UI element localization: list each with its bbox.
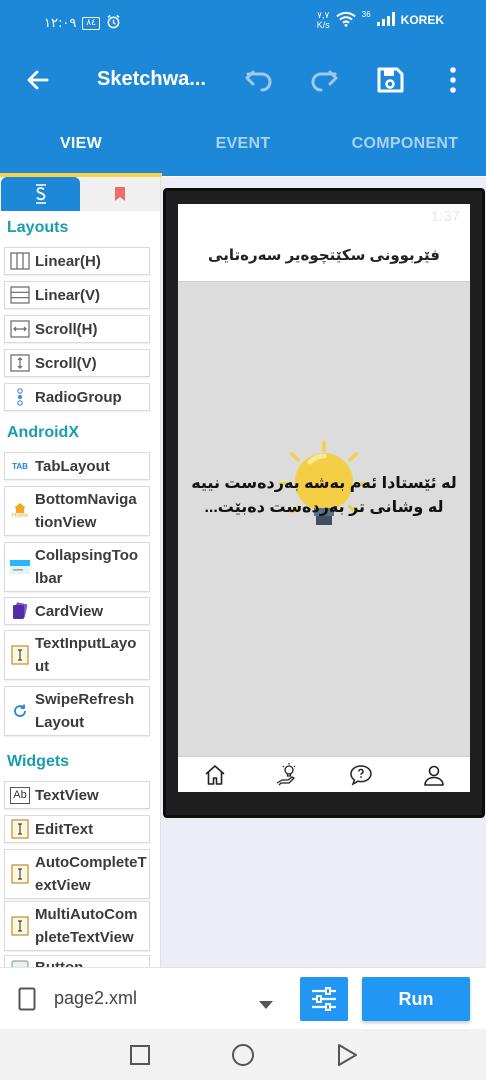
phone-screen[interactable]: 1:37 فێربوونی سکێتچوەیر سەرەتایی لە ئێست… [178, 204, 470, 792]
palette-tab-widgets[interactable] [1, 177, 80, 211]
text-input-layout-icon [10, 645, 30, 665]
palette-item-radio-group[interactable]: RadioGroup [4, 383, 150, 411]
palette-tab-bookmarks[interactable] [80, 177, 160, 211]
wifi-icon [336, 11, 356, 30]
editor-tabs: VIEW EVENT COMPONENT [0, 114, 486, 176]
section-androidx: AndroidX [7, 424, 79, 441]
tab-view[interactable]: VIEW [0, 114, 162, 176]
palette-item-collapsing-toolbar[interactable]: CollapsingToo lbar [4, 542, 150, 592]
current-file-name[interactable]: page2.xml [54, 988, 137, 1009]
palette-item-linear-h[interactable]: Linear(H) [4, 247, 150, 275]
radio-group-icon [10, 387, 30, 407]
tune-sliders-icon [312, 987, 336, 1011]
net-speed: ٧,٧ K/s [316, 10, 330, 30]
recents-square-icon [130, 1045, 150, 1065]
file-dropdown-chevron-icon[interactable] [259, 996, 273, 1014]
preview-nav-idea[interactable] [251, 757, 324, 792]
palette-item-multi-auto-complete-text-view[interactable]: MultiAutoCom pleteTextView [4, 901, 150, 951]
undo-button[interactable] [237, 58, 281, 102]
preview-nav-profile[interactable] [397, 757, 470, 792]
section-widgets: Widgets [7, 753, 70, 770]
save-icon [377, 67, 404, 93]
save-button[interactable] [368, 58, 412, 102]
tab-event[interactable]: EVENT [162, 114, 324, 176]
signal-icon [376, 11, 395, 29]
alarm-icon [106, 14, 121, 33]
palette-tabs [0, 177, 160, 211]
back-button[interactable] [16, 58, 60, 102]
preview-clock: 1:37 [430, 208, 460, 225]
auto-complete-icon [10, 864, 30, 884]
status-right: ٧,٧ K/s 36 KOREK [316, 9, 444, 31]
scroll-v-icon [10, 353, 30, 373]
file-icon [18, 987, 36, 1016]
bottom-bar: page2.xml Run [0, 967, 486, 1029]
palette-item-tab-layout[interactable]: TAB TabLayout [4, 452, 150, 480]
system-navigation-bar [0, 1029, 486, 1080]
home-circle-icon [232, 1044, 254, 1066]
preview-content[interactable]: لە ئێستادا ئەم بەشە بەردەست نییە لە وشان… [178, 282, 470, 757]
undo-icon [245, 70, 272, 92]
more-vert-icon [450, 67, 456, 93]
palette-item-swipe-refresh-layout[interactable]: SwipeRefresh Layout [4, 686, 150, 736]
redo-icon [311, 70, 338, 92]
button-icon [10, 956, 30, 967]
back-arrow-icon [27, 70, 49, 90]
preview-nav-help[interactable] [324, 757, 397, 792]
palette-item-button[interactable]: Button [4, 955, 150, 967]
linear-h-icon [10, 251, 30, 271]
app-bar: Sketchwa... [0, 46, 486, 114]
section-layouts: Layouts [7, 219, 69, 236]
swipe-refresh-icon [10, 701, 30, 721]
idea-hand-icon [276, 762, 295, 785]
palette-item-edit-text[interactable]: EditText [4, 815, 150, 843]
preview-toolbar-title[interactable]: فێربوونی سکێتچوەیر سەرەتایی [178, 230, 470, 282]
palette-widgets-icon [35, 184, 46, 204]
tab-component[interactable]: COMPONENT [324, 114, 486, 176]
carrier-name: KOREK [400, 13, 444, 27]
home-button[interactable] [229, 1041, 257, 1069]
linear-v-icon [10, 285, 30, 305]
bottom-navigation-icon: Home [10, 501, 30, 521]
preview-bottom-navigation [178, 756, 470, 792]
scroll-h-icon [10, 319, 30, 339]
palette-item-auto-complete-text-view[interactable]: AutoCompleteT extView [4, 849, 150, 899]
battery-level: ٨٤ [82, 17, 100, 30]
status-time: ١٢:٠٩ [44, 16, 77, 31]
palette-item-scroll-h[interactable]: Scroll(H) [4, 315, 150, 343]
palette-item-linear-v[interactable]: Linear(V) [4, 281, 150, 309]
home-icon [204, 764, 225, 785]
palette-item-text-input-layout[interactable]: TextInputLayo ut [4, 630, 150, 680]
palette-item-card-view[interactable]: CardView [4, 597, 150, 625]
palette-item-bottom-navigation-view[interactable]: Home BottomNaviga tionView [4, 486, 150, 536]
text-view-icon: Ab [10, 786, 30, 804]
palette-item-scroll-v[interactable]: Scroll(V) [4, 349, 150, 377]
status-left: ١٢:٠٩ ٨٤ [44, 14, 121, 33]
back-nav-button[interactable] [333, 1041, 361, 1069]
collapsing-toolbar-icon [10, 557, 30, 577]
more-options-button[interactable] [431, 58, 475, 102]
edit-text-icon [10, 819, 30, 839]
tab-layout-icon: TAB [12, 461, 28, 471]
multi-auto-complete-icon [10, 916, 30, 936]
recents-button[interactable] [126, 1041, 154, 1069]
back-triangle-icon [338, 1044, 357, 1066]
app-title: Sketchwa... [97, 68, 206, 90]
properties-button[interactable] [300, 977, 348, 1021]
preview-nav-home[interactable] [178, 757, 251, 792]
bookmark-icon [115, 187, 125, 201]
widget-palette: Layouts Linear(H) Linear(V) Scroll(H) Sc… [0, 177, 160, 967]
signal-type: 36 [361, 9, 371, 19]
run-button[interactable]: Run [362, 977, 470, 1021]
person-icon [423, 765, 444, 786]
redo-button[interactable] [302, 58, 346, 102]
help-bubble-icon [349, 764, 372, 786]
unavailable-message: لە ئێستادا ئەم بەشە بەردەست نییە لە وشان… [191, 475, 457, 516]
palette-item-text-view[interactable]: Ab TextView [4, 781, 150, 809]
status-bar: ١٢:٠٩ ٨٤ ٧,٧ K/s 36 KOREK [0, 0, 486, 46]
card-view-icon [10, 601, 30, 621]
